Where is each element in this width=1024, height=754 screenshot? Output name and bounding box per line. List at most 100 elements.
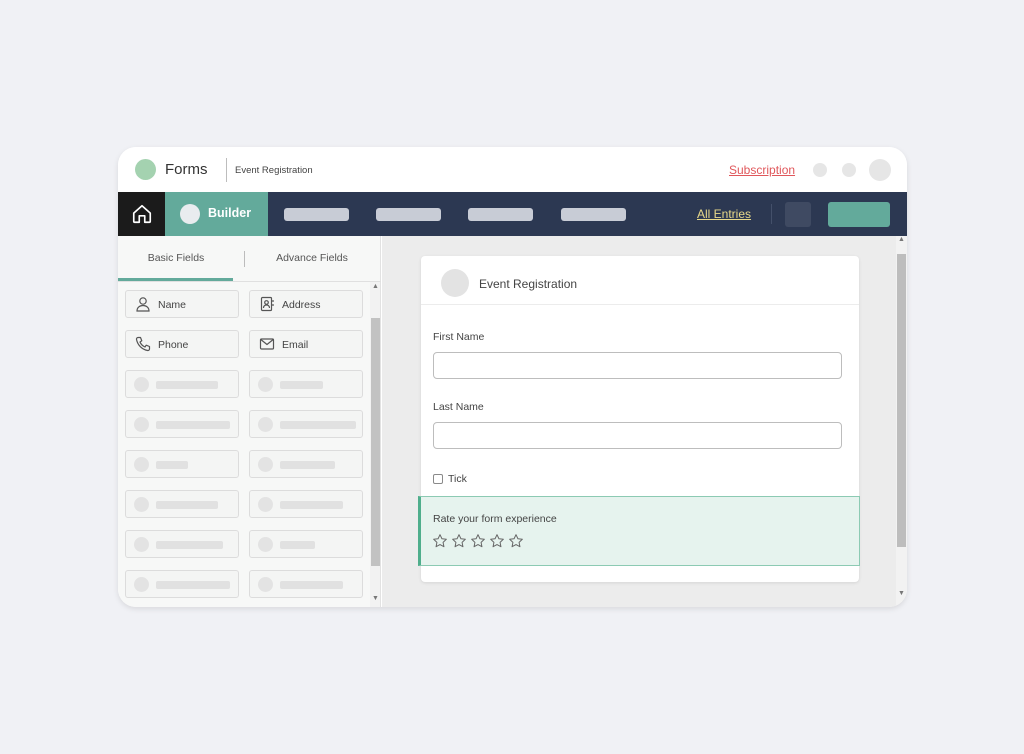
placeholder-icon xyxy=(258,537,273,552)
canvas-scrollbar-thumb[interactable] xyxy=(897,254,906,547)
star-icon[interactable] xyxy=(489,533,505,549)
form-preview-card: Event Registration First Name Last Name … xyxy=(418,256,860,582)
app-logo xyxy=(135,159,156,180)
placeholder-icon xyxy=(134,577,149,592)
scroll-up-arrow-icon[interactable]: ▲ xyxy=(372,283,379,290)
placeholder-label xyxy=(280,581,343,589)
placeholder-label xyxy=(280,421,356,429)
field-placeholder[interactable] xyxy=(249,370,363,398)
field-phone[interactable]: Phone xyxy=(125,330,239,358)
placeholder-label xyxy=(280,381,323,389)
nav-item-placeholder[interactable] xyxy=(561,208,626,221)
placeholder-label xyxy=(280,501,343,509)
home-button[interactable] xyxy=(118,192,165,236)
last-name-label: Last Name xyxy=(433,401,484,413)
title-divider xyxy=(226,158,227,182)
star-icon[interactable] xyxy=(432,533,448,549)
builder-tab[interactable]: Builder xyxy=(165,192,268,236)
field-placeholder[interactable] xyxy=(125,490,239,518)
field-address[interactable]: Address xyxy=(249,290,363,318)
titlebar-dot-2[interactable] xyxy=(842,163,856,177)
user-icon xyxy=(136,297,150,312)
placeholder-icon xyxy=(134,537,149,552)
placeholder-icon xyxy=(134,417,149,432)
field-placeholder[interactable] xyxy=(249,450,363,478)
field-placeholder[interactable] xyxy=(249,530,363,558)
field-tabs: Basic Fields Advance Fields xyxy=(118,236,381,281)
placeholder-label xyxy=(156,381,218,389)
star-icon[interactable] xyxy=(508,533,524,549)
field-placeholder[interactable] xyxy=(125,450,239,478)
first-name-label: First Name xyxy=(433,331,485,343)
tick-checkbox[interactable] xyxy=(433,474,443,484)
fields-sidebar: Basic Fields Advance Fields Name Address xyxy=(118,236,381,607)
field-email[interactable]: Email xyxy=(249,330,363,358)
placeholder-icon xyxy=(258,577,273,592)
field-placeholder[interactable] xyxy=(125,370,239,398)
nav-primary-button[interactable] xyxy=(828,202,890,227)
rating-stars xyxy=(432,533,524,549)
field-name-label: Name xyxy=(158,299,187,311)
tab-advance-fields[interactable]: Advance Fields xyxy=(249,236,375,281)
title-bar: Forms Event Registration Subscription xyxy=(118,147,907,192)
placeholder-label xyxy=(280,461,335,469)
tabs-divider xyxy=(118,281,381,282)
field-address-label: Address xyxy=(282,299,321,311)
all-entries-link[interactable]: All Entries xyxy=(697,207,751,221)
field-placeholder[interactable] xyxy=(125,570,239,598)
form-logo xyxy=(441,269,469,297)
address-book-icon xyxy=(260,296,274,312)
placeholder-label xyxy=(156,461,188,469)
first-name-input[interactable] xyxy=(433,352,842,379)
placeholder-label xyxy=(280,541,315,549)
app-window: Forms Event Registration Subscription Bu… xyxy=(118,147,907,607)
builder-tab-label: Builder xyxy=(208,206,252,220)
scroll-up-arrow-icon[interactable]: ▲ xyxy=(898,236,905,243)
field-phone-label: Phone xyxy=(158,339,189,351)
titlebar-dot-1[interactable] xyxy=(813,163,827,177)
main-nav-bar: Builder All Entries xyxy=(118,192,907,236)
field-placeholder[interactable] xyxy=(249,490,363,518)
nav-item-placeholder[interactable] xyxy=(284,208,349,221)
placeholder-icon xyxy=(258,457,273,472)
placeholder-label xyxy=(156,541,223,549)
last-name-input[interactable] xyxy=(433,422,842,449)
star-icon[interactable] xyxy=(470,533,486,549)
placeholder-label xyxy=(156,501,218,509)
star-icon[interactable] xyxy=(451,533,467,549)
placeholder-icon xyxy=(258,377,273,392)
sidebar-scrollbar-thumb[interactable] xyxy=(371,318,380,566)
home-icon xyxy=(132,204,151,224)
form-canvas: Event Registration First Name Last Name … xyxy=(382,236,897,607)
nav-divider xyxy=(771,204,772,224)
subscription-link[interactable]: Subscription xyxy=(729,163,795,177)
placeholder-icon xyxy=(258,497,273,512)
tick-checkbox-label: Tick xyxy=(448,473,467,485)
tab-divider xyxy=(244,251,245,267)
field-placeholder[interactable] xyxy=(125,410,239,438)
field-placeholder[interactable] xyxy=(125,530,239,558)
field-name[interactable]: Name xyxy=(125,290,239,318)
placeholder-label xyxy=(156,421,230,429)
form-name-breadcrumb: Event Registration xyxy=(235,165,313,176)
placeholder-icon xyxy=(134,497,149,512)
form-title: Event Registration xyxy=(479,277,578,291)
builder-icon xyxy=(180,204,200,224)
nav-item-placeholder[interactable] xyxy=(376,208,441,221)
scroll-down-arrow-icon[interactable]: ▼ xyxy=(372,595,379,602)
user-avatar[interactable] xyxy=(869,159,891,181)
placeholder-icon xyxy=(134,457,149,472)
phone-icon xyxy=(135,336,151,352)
field-placeholder[interactable] xyxy=(249,410,363,438)
nav-item-placeholder[interactable] xyxy=(468,208,533,221)
envelope-icon xyxy=(259,338,275,350)
placeholder-label xyxy=(156,581,230,589)
nav-action-button[interactable] xyxy=(785,202,811,227)
app-title: Forms xyxy=(165,161,208,178)
field-placeholder[interactable] xyxy=(249,570,363,598)
tab-basic-fields[interactable]: Basic Fields xyxy=(118,236,234,281)
scroll-down-arrow-icon[interactable]: ▼ xyxy=(898,590,905,597)
rating-field[interactable]: Rate your form experience xyxy=(418,496,860,566)
placeholder-icon xyxy=(258,417,273,432)
form-header-divider xyxy=(421,304,859,305)
